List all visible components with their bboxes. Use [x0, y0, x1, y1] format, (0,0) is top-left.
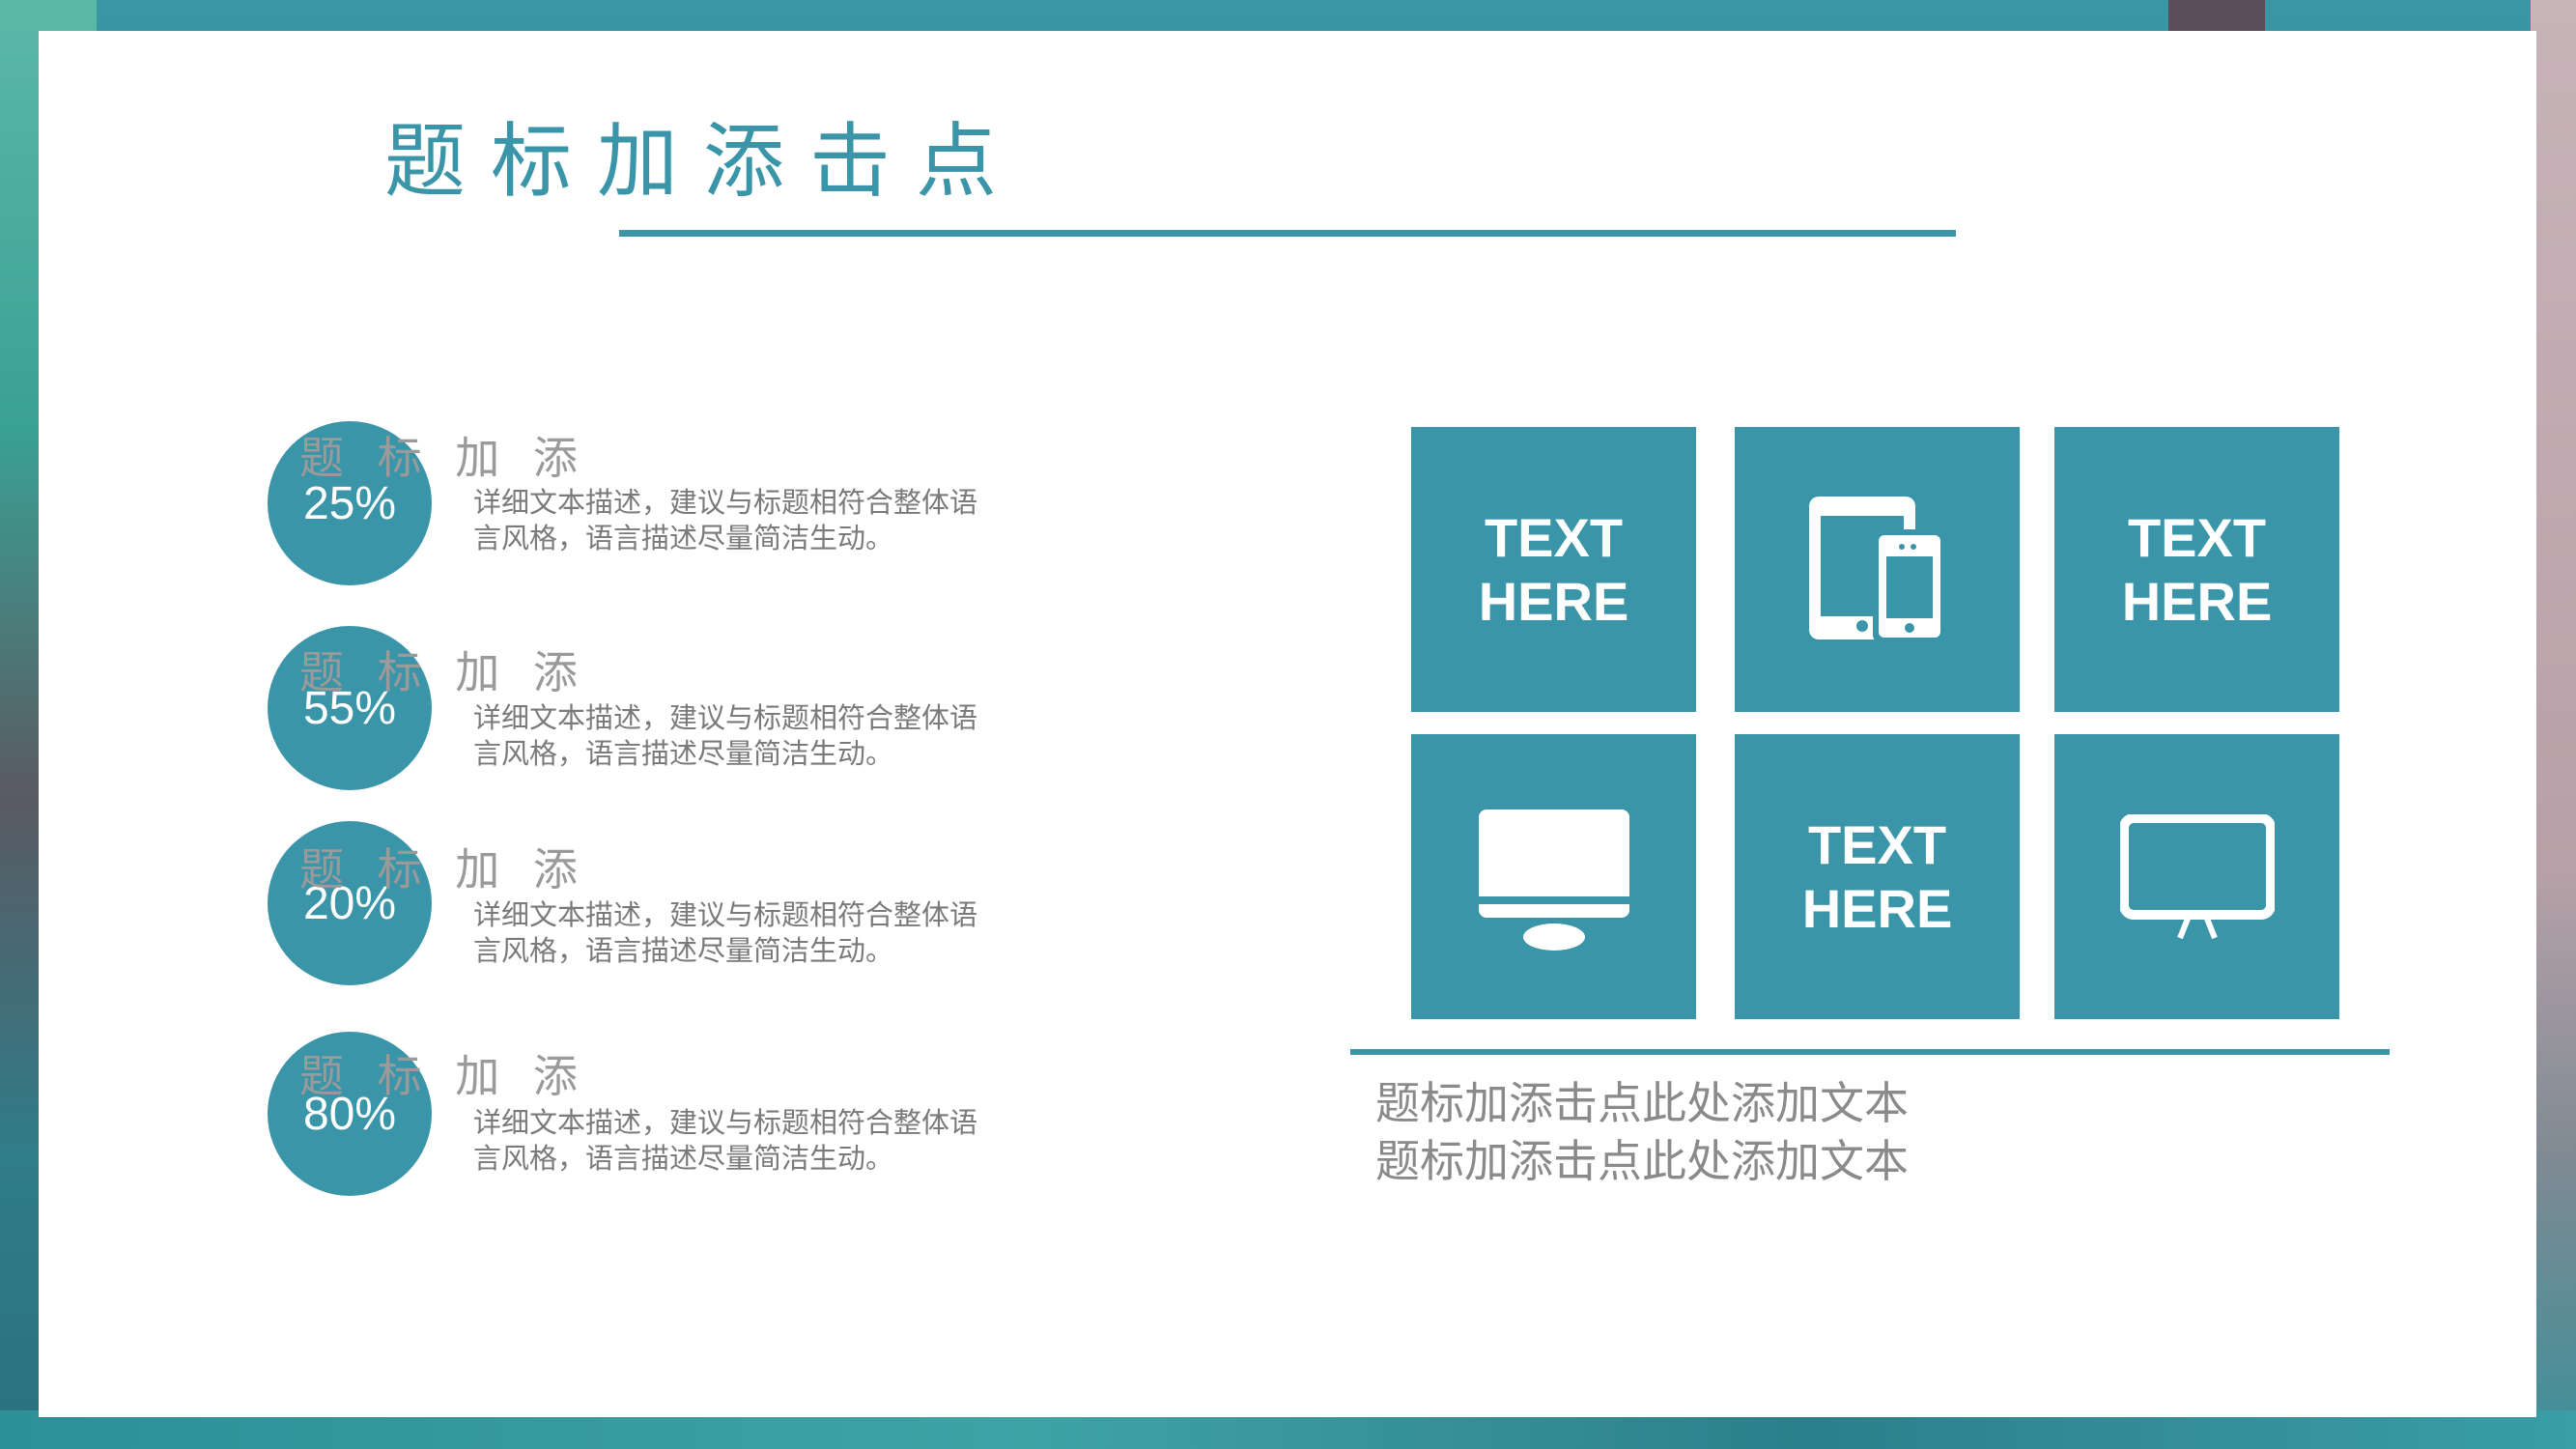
- caption-divider: [1350, 1049, 2390, 1055]
- tile-text: TEXT HERE: [1479, 506, 1629, 634]
- text-tile[interactable]: TEXT HERE: [1735, 734, 2020, 1019]
- item-heading[interactable]: 题 标 加 添: [299, 423, 587, 487]
- item-description[interactable]: 详细文本描述，建议与标题相符合整体语言风格，语言描述尽量简洁生动。: [473, 485, 985, 556]
- tile-text: TEXT HERE: [1802, 813, 1953, 941]
- tile-line: TEXT: [1484, 506, 1624, 568]
- devices-icon: [1808, 496, 1946, 643]
- tile-line: HERE: [2121, 570, 2273, 632]
- slide-title[interactable]: 题标加添击点: [384, 97, 1022, 213]
- item-heading[interactable]: 题 标 加 添: [299, 835, 587, 898]
- icon-tile[interactable]: [1411, 734, 1696, 1019]
- item-description[interactable]: 详细文本描述，建议与标题相符合整体语言风格，语言描述尽量简洁生动。: [473, 1105, 985, 1177]
- item-description[interactable]: 详细文本描述，建议与标题相符合整体语言风格，语言描述尽量简洁生动。: [473, 897, 985, 969]
- item-heading[interactable]: 题 标 加 添: [299, 1041, 587, 1105]
- item-description[interactable]: 详细文本描述，建议与标题相符合整体语言风格，语言描述尽量简洁生动。: [473, 700, 985, 772]
- icon-tile[interactable]: [1735, 427, 2020, 712]
- presentation-board-icon: [2119, 813, 2275, 939]
- right-foliage: [2531, 0, 2576, 1449]
- title-underline: [619, 230, 1956, 237]
- tile-line: TEXT: [2127, 506, 2267, 568]
- item-heading[interactable]: 题 标 加 添: [299, 638, 587, 701]
- tile-line: HERE: [1801, 877, 1953, 939]
- monitor-icon: [1478, 809, 1629, 951]
- caption-text[interactable]: 题标加添击点此处添加文本: [1375, 1126, 1909, 1190]
- icon-tile[interactable]: [2054, 734, 2339, 1019]
- tile-line: TEXT: [1807, 813, 1947, 875]
- caption-text[interactable]: 题标加添击点此处添加文本: [1375, 1068, 1909, 1132]
- tile-text: TEXT HERE: [2122, 506, 2273, 634]
- text-tile[interactable]: TEXT HERE: [1411, 427, 1696, 712]
- tile-line: HERE: [1478, 570, 1629, 632]
- text-tile[interactable]: TEXT HERE: [2054, 427, 2339, 712]
